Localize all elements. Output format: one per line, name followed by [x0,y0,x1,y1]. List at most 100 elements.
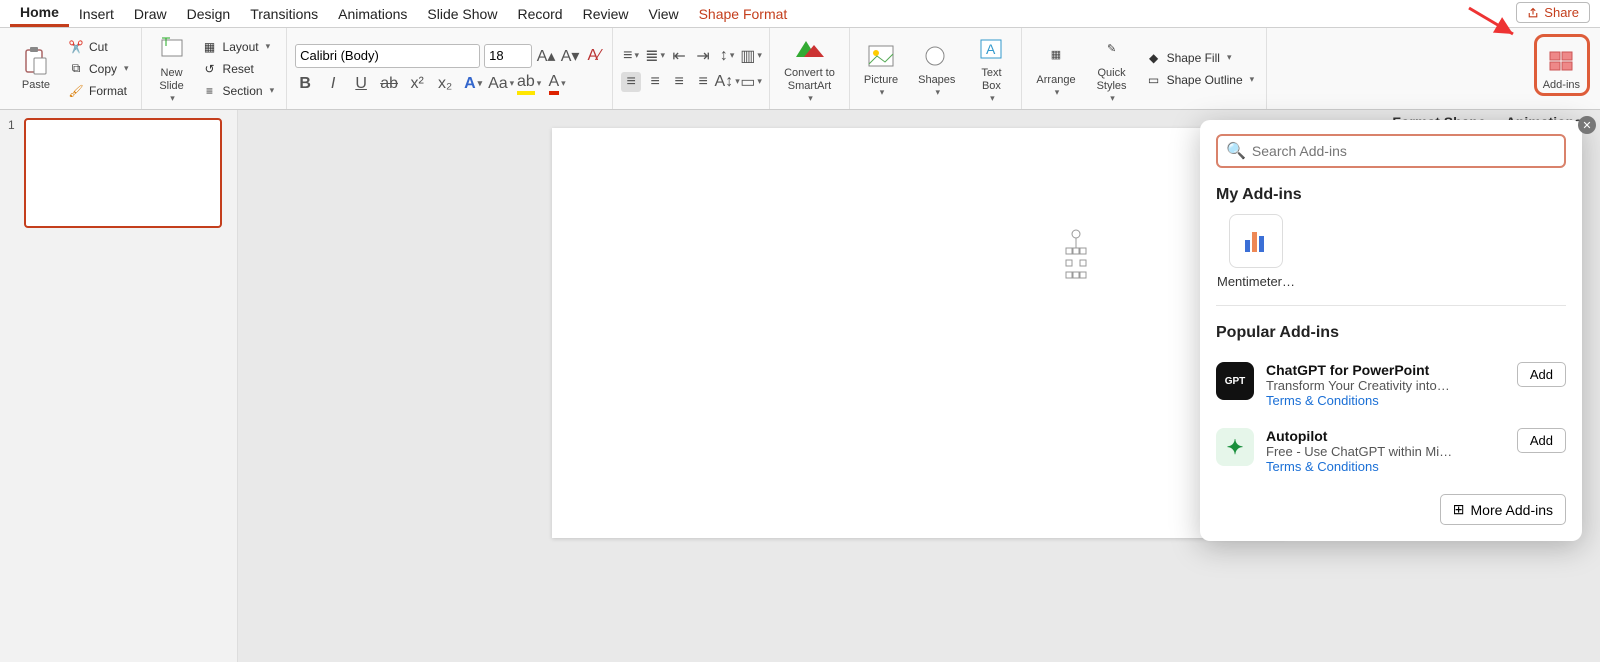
addin-title: Autopilot [1266,428,1505,444]
align-vert-button[interactable]: ▭ [741,72,761,92]
bold-button[interactable]: B [295,74,315,94]
bullets-button[interactable]: ≡ [621,46,641,66]
align-right-button[interactable]: ≡ [669,72,689,92]
thumb-number: 1 [8,118,18,228]
new-slide-icon [156,33,188,65]
tab-shape-format[interactable]: Shape Format [689,2,798,26]
grow-font-icon[interactable]: A▴ [536,46,556,66]
search-icon: 🔍 [1226,141,1246,161]
shapes-icon [921,40,953,72]
justify-button[interactable]: ≡ [693,72,713,92]
outline-icon: ▭ [1146,72,1162,88]
quick-styles-button[interactable]: ✎Quick Styles [1090,31,1134,105]
tab-view[interactable]: View [639,2,689,26]
textbox-button[interactable]: AText Box [969,31,1013,105]
addin-terms-link[interactable]: Terms & Conditions [1266,393,1505,408]
font-color-button[interactable]: A [547,74,567,94]
tab-review[interactable]: Review [573,2,639,26]
my-addin-mentimeter[interactable]: Mentimeter… [1216,214,1296,289]
slide-thumbnail-1[interactable] [24,118,222,228]
arrange-button[interactable]: ▦Arrange [1030,38,1081,100]
strike-button[interactable]: ab [379,74,399,94]
layout-button[interactable]: ▦Layout [198,37,279,57]
popover-close-icon[interactable]: ✕ [1578,116,1596,134]
numbering-button[interactable]: ≣ [645,46,665,66]
shrink-font-icon[interactable]: A▾ [560,46,580,66]
format-label: Format [89,84,127,98]
cut-label: Cut [89,40,108,54]
addins-popover: ✕ 🔍 My Add-ins Mentimeter… Popular Add-i… [1200,120,1582,541]
italic-button[interactable]: I [323,74,343,94]
smartart-icon [793,33,825,65]
paste-label: Paste [22,79,50,91]
share-button[interactable]: Share [1516,2,1590,23]
arrange-label: Arrange [1036,74,1075,86]
reset-icon: ↺ [202,61,218,77]
outdent-button[interactable]: ⇤ [669,46,689,66]
columns-button[interactable]: ▥ [741,46,761,66]
convert-smartart-button[interactable]: Convert to SmartArt [778,31,841,105]
subscript-button[interactable]: x₂ [435,74,455,94]
group-smartart: Convert to SmartArt [770,28,850,109]
text-direction-button[interactable]: A↕ [717,72,737,92]
quick-label: Quick Styles [1097,67,1127,91]
slide-canvas[interactable] [552,128,1286,538]
underline-button[interactable]: U [351,74,371,94]
indent-button[interactable]: ⇥ [693,46,713,66]
ribbon: Paste ✂️Cut ⧉Copy 🖌Format New Slide ▦Lay… [0,28,1600,110]
more-addins-label: More Add-ins [1471,502,1553,518]
tab-slideshow[interactable]: Slide Show [417,2,507,26]
copy-button[interactable]: ⧉Copy [64,59,133,79]
more-addins-button[interactable]: ⊞ More Add-ins [1440,494,1566,525]
autopilot-logo-icon: ✦ [1216,428,1254,466]
popular-addins-header: Popular Add-ins [1216,324,1566,342]
align-center-button[interactable]: ≡ [645,72,665,92]
cut-button[interactable]: ✂️Cut [64,37,133,57]
new-slide-button[interactable]: New Slide [150,31,194,105]
clear-format-icon[interactable]: A⁄ [584,46,604,66]
shape-outline-button[interactable]: ▭Shape Outline [1142,70,1259,90]
font-name-combo[interactable] [295,44,480,68]
text-effects-button[interactable]: A [463,74,483,94]
tab-design[interactable]: Design [177,2,241,26]
addin-item-autopilot: ✦ Autopilot Free - Use ChatGPT within Mi… [1216,418,1566,484]
divider [1216,305,1566,306]
addin-terms-link[interactable]: Terms & Conditions [1266,459,1505,474]
shapes-button[interactable]: Shapes [912,38,961,100]
superscript-button[interactable]: x² [407,74,427,94]
selected-shape[interactable] [1064,228,1094,288]
addin-desc: Free - Use ChatGPT within Mi… [1266,444,1505,459]
section-label: Section [223,84,263,98]
align-left-button[interactable]: ≡ [621,72,641,92]
section-button[interactable]: ≡Section [198,81,279,101]
picture-button[interactable]: Picture [858,38,904,100]
layout-label: Layout [223,40,259,54]
tab-home[interactable]: Home [10,0,69,27]
textbox-icon: A [975,33,1007,65]
shape-fill-button[interactable]: ◆Shape Fill [1142,48,1259,68]
addin-add-button[interactable]: Add [1517,428,1566,453]
reset-button[interactable]: ↺Reset [198,59,279,79]
addins-search[interactable]: 🔍 [1216,134,1566,168]
tab-animations[interactable]: Animations [328,2,417,26]
tab-draw[interactable]: Draw [124,2,177,26]
copy-icon: ⧉ [68,61,84,77]
highlight-button[interactable]: ab [519,74,539,94]
change-case-button[interactable]: Aa [491,74,511,94]
chatgpt-logo-icon: GPT [1216,362,1254,400]
font-size-combo[interactable] [484,44,532,68]
paste-icon [20,45,52,77]
slide-thumbnails-pane: 1 [0,110,238,662]
line-spacing-button[interactable]: ↕ [717,46,737,66]
group-slides: New Slide ▦Layout ↺Reset ≡Section [142,28,288,109]
tab-transitions[interactable]: Transitions [240,2,328,26]
tab-record[interactable]: Record [507,2,572,26]
group-clipboard: Paste ✂️Cut ⧉Copy 🖌Format [6,28,142,109]
paste-button[interactable]: Paste [14,43,58,93]
format-painter-button[interactable]: 🖌Format [64,81,133,101]
picture-label: Picture [864,74,898,86]
tab-insert[interactable]: Insert [69,2,124,26]
addin-add-button[interactable]: Add [1517,362,1566,387]
addins-button[interactable]: Add-ins [1537,43,1586,93]
addins-search-input[interactable] [1252,143,1556,159]
